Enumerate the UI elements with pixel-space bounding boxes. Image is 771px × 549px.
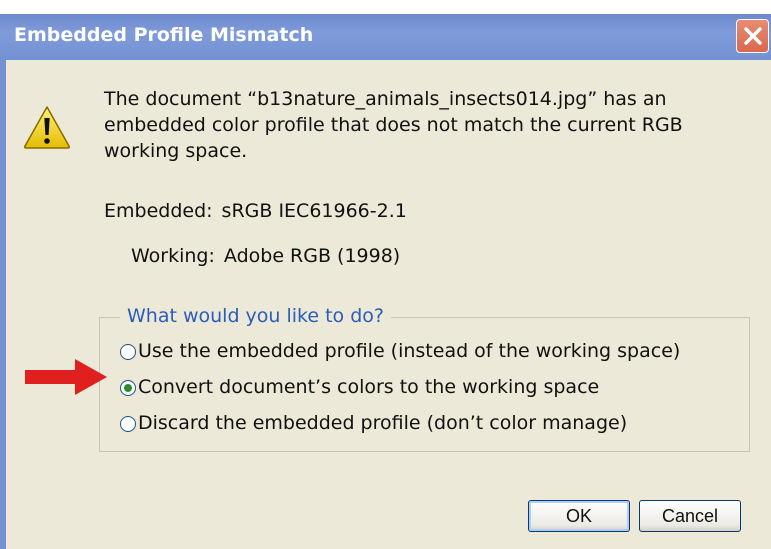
radio-convert[interactable] xyxy=(120,380,136,396)
red-arrow-icon xyxy=(25,359,107,395)
working-label: Working: xyxy=(131,245,215,267)
embedded-value: sRGB IEC61966-2.1 xyxy=(221,200,407,222)
warning-icon xyxy=(23,106,71,149)
radio-discard[interactable] xyxy=(120,416,136,432)
embedded-label: Embedded: xyxy=(104,200,213,222)
ok-button[interactable]: OK xyxy=(528,500,630,532)
close-icon xyxy=(744,27,762,45)
option-label: Discard the embedded profile (don’t colo… xyxy=(138,412,628,434)
working-space-row: Working: Adobe RGB (1998) xyxy=(131,245,400,267)
action-groupbox: What would you like to do? Use the embed… xyxy=(99,305,750,452)
close-button[interactable] xyxy=(736,19,769,53)
radio-use-embedded[interactable] xyxy=(120,344,136,360)
dialog-title: Embedded Profile Mismatch xyxy=(14,24,314,46)
embedded-profile-row: Embedded: sRGB IEC61966-2.1 xyxy=(104,200,407,222)
dialog-body: The document “b13nature_animals_insects0… xyxy=(0,60,771,549)
profile-mismatch-dialog: Embedded Profile Mismatch The document “… xyxy=(0,14,771,549)
option-label: Convert document’s colors to the working… xyxy=(138,376,600,398)
group-legend: What would you like to do? xyxy=(120,305,391,327)
working-value: Adobe RGB (1998) xyxy=(223,245,401,267)
radio-selected-dot xyxy=(124,384,132,392)
cancel-button[interactable]: Cancel xyxy=(639,500,741,532)
title-bar[interactable]: Embedded Profile Mismatch xyxy=(0,14,771,60)
message-text: The document “b13nature_animals_insects0… xyxy=(104,88,683,162)
option-label: Use the embedded profile (instead of the… xyxy=(138,340,681,362)
